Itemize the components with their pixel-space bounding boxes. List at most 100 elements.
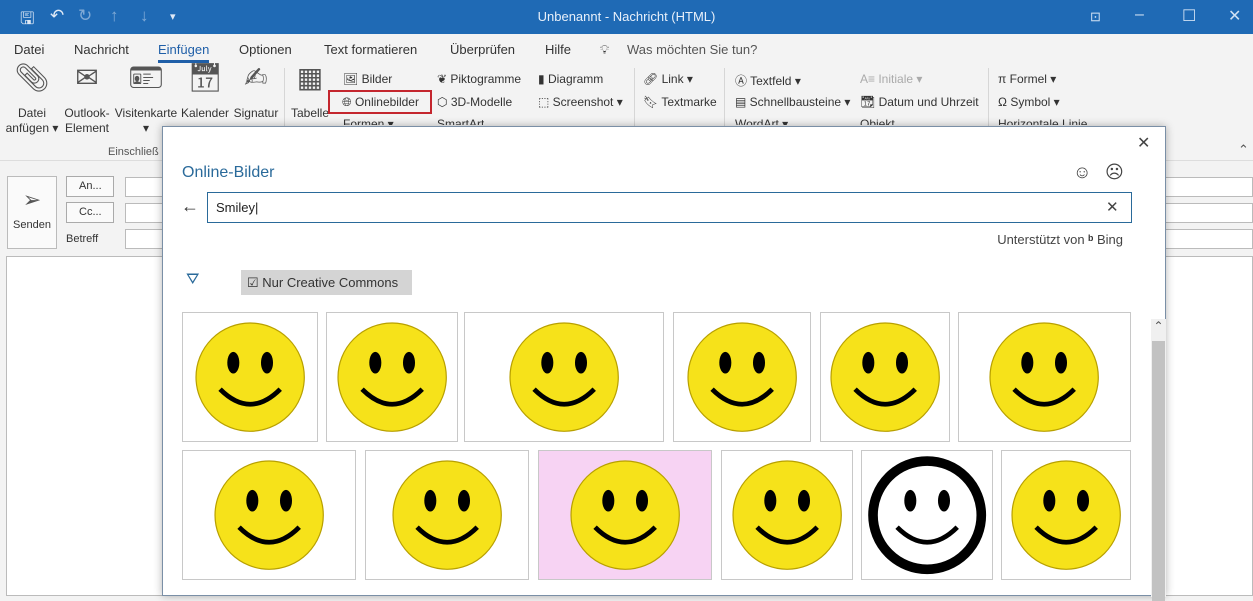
smiley-image-result[interactable] <box>820 312 950 442</box>
ribbon-display-icon[interactable]: ⊡ <box>1090 9 1101 25</box>
screenshot-icon: ⬚ <box>538 95 553 109</box>
object-button[interactable]: Objekt <box>860 117 895 125</box>
tab-text-formatieren[interactable]: Text formatieren <box>324 42 417 57</box>
smiley-image <box>214 460 324 570</box>
scroll-up-icon[interactable]: ⌃ <box>1151 319 1166 333</box>
back-arrow-icon[interactable]: ← <box>181 196 199 217</box>
smiley-image <box>337 322 447 432</box>
label: Tabelle <box>290 106 330 120</box>
label: Element <box>64 121 110 135</box>
powered-by-label: Unterstützt von <box>997 232 1085 247</box>
label: WordArt ▾ <box>735 117 789 125</box>
checkbox-icon[interactable]: ☑ <box>247 275 259 290</box>
horizontal-line-button[interactable]: Horizontale Linie <box>998 117 1087 125</box>
symbol-button[interactable]: Ω Symbol ▾ <box>998 95 1060 109</box>
calendar-icon: 📅︎ <box>187 62 223 93</box>
online-pictures-button[interactable]: 🌐︎ Onlinebilder <box>328 90 432 114</box>
quick-parts-icon: ▤ <box>735 95 750 109</box>
tab-hilfe[interactable]: Hilfe <box>545 42 571 57</box>
close-dialog-icon[interactable]: ✕ <box>1137 133 1150 153</box>
outlook-element-button[interactable]: ✉ Outlook- Element <box>60 62 114 136</box>
tab-ueberpruefen[interactable]: Überprüfen <box>450 42 515 57</box>
label: Textmarke <box>661 95 717 109</box>
smartart-button[interactable]: SmartArt <box>437 117 484 125</box>
envelope-icon: ✉ <box>75 62 99 93</box>
chart-button[interactable]: ▮ Diagramm <box>538 72 603 86</box>
minimize-icon[interactable]: – <box>1135 6 1144 24</box>
label: Horizontale Linie <box>998 117 1088 125</box>
smiley-image <box>732 460 842 570</box>
signature-button[interactable]: ✍︎ Signatur <box>232 64 280 121</box>
picture-icon: 🖼︎ <box>343 72 362 86</box>
close-window-icon[interactable]: ✕ <box>1228 6 1241 26</box>
lightbulb-icon: 💡︎ <box>600 42 610 57</box>
send-icon: ➢ <box>22 187 42 212</box>
subject-label: Betreff <box>66 233 99 245</box>
icons-button[interactable]: ❦ Piktogramme <box>437 72 521 86</box>
calendar-clock-icon: 📆︎ <box>860 95 879 109</box>
smiley-image-result[interactable] <box>673 312 811 442</box>
link-button[interactable]: 🔗︎ Link ▾ <box>643 72 693 86</box>
textbox-icon: Ⓐ <box>735 74 751 88</box>
smiley-image-result[interactable] <box>365 450 529 580</box>
maximize-icon[interactable]: ☐ <box>1182 6 1196 26</box>
smiley-image-result[interactable] <box>1001 450 1131 580</box>
label: Piktogramme <box>450 72 522 86</box>
send-button[interactable]: ➢ Senden <box>7 176 57 249</box>
smiley-image <box>989 322 1100 432</box>
label: Objekt <box>860 117 895 125</box>
label: Kalender <box>180 106 230 120</box>
tab-optionen[interactable]: Optionen <box>239 42 292 57</box>
drop-cap-button[interactable]: A≡ Initiale ▾ <box>860 72 922 86</box>
tab-nachricht[interactable]: Nachricht <box>74 42 129 57</box>
smiley-image-result[interactable] <box>182 312 318 442</box>
filter-icon[interactable]: ⛛ <box>186 271 199 289</box>
textbox-button[interactable]: Ⓐ Textfeld ▾ <box>735 72 801 89</box>
link-icon: 🔗︎ <box>643 72 662 86</box>
screenshot-button[interactable]: ⬚ Screenshot ▾ <box>538 95 623 109</box>
wordart-button[interactable]: WordArt ▾ <box>735 117 788 125</box>
label: Screenshot ▾ <box>552 95 623 109</box>
scrollbar-thumb[interactable] <box>1152 341 1165 601</box>
equation-button[interactable]: π Formel ▾ <box>998 72 1056 86</box>
smiley-image-result[interactable] <box>326 312 458 442</box>
cc-button[interactable]: Cc... <box>66 202 114 223</box>
window-title: Unbenannt - Nachricht (HTML) <box>537 9 716 24</box>
frown-feedback-icon[interactable]: ☹ <box>1105 162 1124 183</box>
scrollbar[interactable]: ⌃ <box>1151 319 1166 601</box>
smiley-image-result[interactable] <box>861 450 993 580</box>
label: Formel ▾ <box>1009 72 1057 86</box>
pictures-button[interactable]: 🖼︎ Bilder <box>343 72 392 86</box>
smiley-image-result[interactable] <box>464 312 664 442</box>
clear-search-icon[interactable]: ✕ <box>1106 198 1119 216</box>
search-input[interactable]: Smiley| <box>207 192 1132 223</box>
title-bar: 🖫 ↶ ↻ ↑ ↓ ▾ Unbenannt - Nachricht (HTML)… <box>0 0 1253 34</box>
smiley-image-result[interactable] <box>182 450 356 580</box>
bookmark-button[interactable]: 🔖︎ Textmarke <box>643 95 717 109</box>
omega-icon: Ω <box>998 95 1011 109</box>
smiley-image <box>195 322 305 432</box>
dialog-title: Online-Bilder <box>182 164 275 181</box>
smiley-image <box>570 460 680 570</box>
to-button[interactable]: An... <box>66 176 114 197</box>
tell-me-search[interactable]: Was möchten Sie tun? <box>627 42 757 57</box>
tab-datei[interactable]: Datei <box>14 42 44 57</box>
smiley-image-result[interactable] <box>721 450 853 580</box>
label: Datei <box>17 106 46 120</box>
3d-models-button[interactable]: ⬡ 3D-Modelle <box>437 95 512 109</box>
creative-commons-filter[interactable]: ☑ Nur Creative Commons <box>241 270 412 295</box>
attach-file-button[interactable]: 📎︎ Datei anfügen ▾ <box>4 64 60 136</box>
tab-einfuegen[interactable]: Einfügen <box>158 42 210 63</box>
smile-feedback-icon[interactable]: ☺ <box>1073 162 1091 183</box>
smiley-image-result[interactable] <box>538 450 712 580</box>
shapes-button[interactable]: Formen ▾ <box>343 117 394 125</box>
quick-parts-button[interactable]: ▤ Schnellbausteine ▾ <box>735 95 850 109</box>
bing-label: Bing <box>1096 232 1123 247</box>
table-button[interactable]: ▦ Tabelle <box>288 62 332 121</box>
calendar-button[interactable]: 📅︎ Kalender <box>178 62 232 121</box>
date-time-button[interactable]: 📆︎ Datum und Uhrzeit <box>860 95 979 109</box>
smiley-image-result[interactable] <box>958 312 1131 442</box>
collapse-ribbon-icon[interactable]: ⌃ <box>1238 142 1249 158</box>
table-icon: ▦ <box>296 62 324 93</box>
label: Initiale ▾ <box>878 72 923 86</box>
